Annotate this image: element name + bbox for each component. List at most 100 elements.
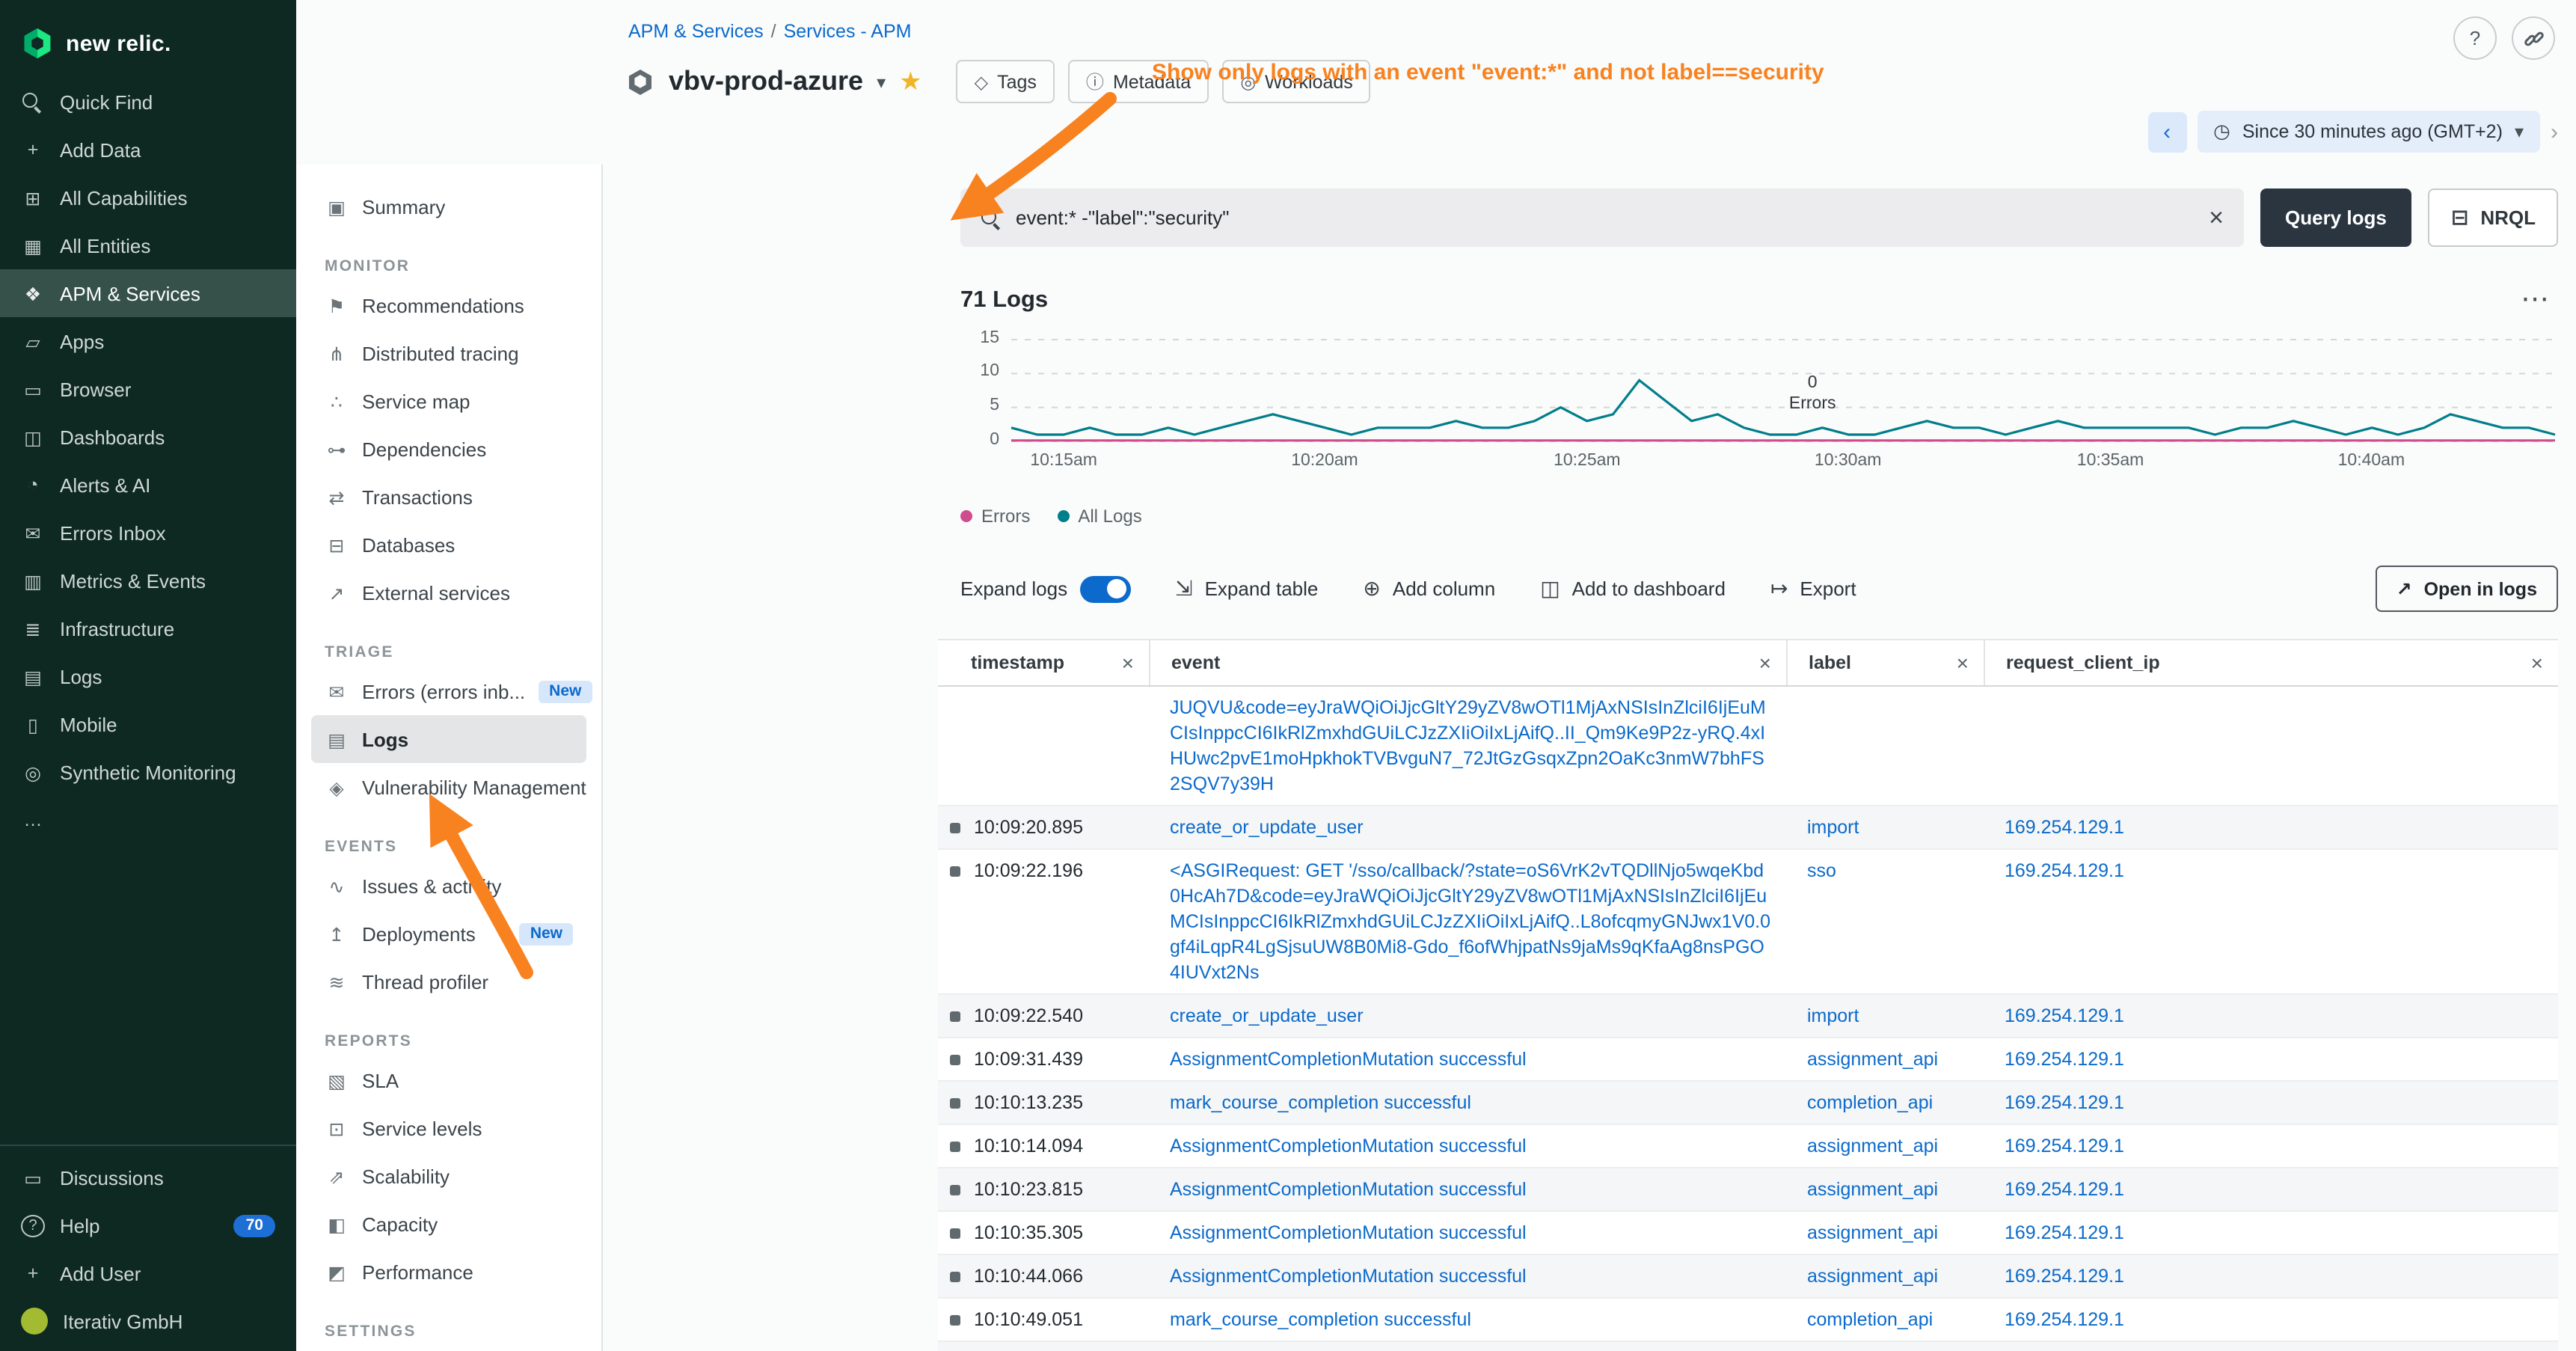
row-expand-handle[interactable] (950, 1271, 960, 1281)
remove-column-icon[interactable]: × (1759, 651, 1771, 675)
sidebar-item-discussions[interactable]: ▭Discussions (0, 1154, 296, 1201)
label-link[interactable]: assignment_api (1807, 1177, 1938, 1202)
row-expand-handle[interactable] (950, 1011, 960, 1021)
subnav-item-deployments[interactable]: ↥DeploymentsNew (311, 910, 586, 958)
event-link[interactable]: AssignmentCompletionMutation successful (1170, 1133, 1527, 1159)
subnav-item-issues-activity[interactable]: ∿Issues & activity (311, 862, 586, 910)
open-in-logs-button[interactable]: ↗Open in logs (2376, 566, 2558, 612)
subnav-item-service-map[interactable]: ∴Service map (311, 377, 586, 425)
sidebar-item-browser[interactable]: ▭Browser (0, 365, 296, 413)
entity-switcher-caret[interactable]: ▾ (877, 71, 886, 92)
log-row[interactable]: 10:10:23.815AssignmentCompletionMutation… (938, 1168, 2558, 1212)
subnav-item-capacity[interactable]: ◧Capacity (311, 1200, 586, 1248)
newrelic-logo[interactable]: new relic. (0, 0, 296, 78)
subnav-item-service-levels[interactable]: ⊡Service levels (311, 1104, 586, 1152)
log-row[interactable]: 10:11:00.311AssignmentCompletionMutation… (938, 1342, 2558, 1351)
event-link[interactable]: AssignmentCompletionMutation successful (1170, 1263, 1527, 1289)
log-row[interactable]: 10:09:31.439AssignmentCompletionMutation… (938, 1038, 2558, 1082)
log-row[interactable]: JUQVU&code=eyJraWQiOiJjcGltY29yZV8wOTl1M… (938, 687, 2558, 806)
sidebar-item-dashboards[interactable]: ◫Dashboards (0, 413, 296, 461)
export-button[interactable]: ↦Export (1770, 576, 1856, 601)
clear-query-icon[interactable]: × (2209, 203, 2224, 233)
legend-errors[interactable]: Errors (960, 506, 1030, 527)
event-link[interactable]: <ASGIRequest: GET '/sso/callback/?state=… (1170, 858, 1771, 985)
log-query-bar[interactable]: × (960, 189, 2243, 247)
breadcrumb-link-services-apm[interactable]: Services - APM (784, 21, 912, 42)
sidebar-item-errors-inbox[interactable]: ✉Errors Inbox (0, 509, 296, 557)
sidebar-item-alerts-ai[interactable]: ◔Alerts & AI (0, 461, 296, 509)
log-row[interactable]: 10:10:35.305AssignmentCompletionMutation… (938, 1212, 2558, 1255)
row-expand-handle[interactable] (950, 1097, 960, 1108)
label-link[interactable]: completion_api (1807, 1090, 1933, 1115)
breadcrumb-link-apm-services[interactable]: APM & Services (628, 21, 764, 42)
log-row[interactable]: 10:09:22.196<ASGIRequest: GET '/sso/call… (938, 850, 2558, 995)
sidebar-item-more[interactable]: … (0, 796, 296, 844)
row-expand-handle[interactable] (950, 1141, 960, 1151)
remove-column-icon[interactable]: × (2531, 651, 2543, 675)
time-back-button[interactable]: ‹ (2147, 111, 2186, 152)
link-icon[interactable] (2512, 16, 2555, 60)
event-link[interactable]: create_or_update_user (1170, 815, 1364, 840)
label-link[interactable]: import (1807, 1003, 1859, 1029)
subnav-item-external-services[interactable]: ↗External services (311, 569, 586, 616)
label-link[interactable]: assignment_api (1807, 1047, 1938, 1072)
ip-link[interactable]: 169.254.129.1 (2005, 1090, 2124, 1115)
label-link[interactable]: assignment_api (1807, 1133, 1938, 1159)
legend-all-logs[interactable]: All Logs (1057, 506, 1141, 527)
ip-link[interactable]: 169.254.129.1 (2005, 1307, 2124, 1332)
time-picker[interactable]: ◷ Since 30 minutes ago (GMT+2) ▾ (2197, 111, 2540, 153)
sidebar-item-help[interactable]: ?Help70 (0, 1201, 296, 1249)
log-row[interactable]: 10:09:22.540create_or_update_userimport1… (938, 995, 2558, 1038)
sidebar-item-all-entities[interactable]: ▦All Entities (0, 221, 296, 269)
sidebar-item-add-data[interactable]: +Add Data (0, 126, 296, 174)
metadata-button[interactable]: ⓘMetadata (1068, 60, 1209, 103)
ip-link[interactable]: 169.254.129.1 (2005, 1047, 2124, 1072)
subnav-item-summary[interactable]: ▣Summary (311, 183, 586, 230)
event-link[interactable]: mark_course_completion successful (1170, 1307, 1471, 1332)
subnav-item-dependencies[interactable]: ⊶Dependencies (311, 425, 586, 473)
subnav-item-logs[interactable]: ▤Logs (311, 715, 586, 763)
ip-link[interactable]: 169.254.129.1 (2005, 1177, 2124, 1202)
event-link[interactable]: JUQVU&code=eyJraWQiOiJjcGltY29yZV8wOTl1M… (1170, 695, 1771, 797)
sidebar-item-apm-services[interactable]: ❖APM & Services (0, 269, 296, 317)
log-row[interactable]: 10:10:13.235mark_course_completion succe… (938, 1082, 2558, 1125)
label-link[interactable]: sso (1807, 858, 1836, 883)
add-column-button[interactable]: ⊕Add column (1363, 576, 1495, 601)
expand-logs-toggle[interactable] (1079, 575, 1130, 602)
subnav-item-distributed-tracing[interactable]: ⋔Distributed tracing (311, 329, 586, 377)
query-logs-button[interactable]: Query logs (2260, 189, 2412, 247)
ip-link[interactable]: 169.254.129.1 (2005, 858, 2124, 883)
sidebar-item-logs[interactable]: ▤Logs (0, 652, 296, 700)
row-expand-handle[interactable] (950, 1228, 960, 1238)
label-link[interactable]: assignment_api (1807, 1220, 1938, 1246)
subnav-item-thread-profiler[interactable]: ≋Thread profiler (311, 958, 586, 1005)
subnav-item-sla[interactable]: ▧SLA (311, 1056, 586, 1104)
expand-table-button[interactable]: ⇲Expand table (1175, 576, 1318, 601)
event-link[interactable]: AssignmentCompletionMutation successful (1170, 1220, 1527, 1246)
ip-link[interactable]: 169.254.129.1 (2005, 1003, 2124, 1029)
more-menu-icon[interactable]: ⋯ (2521, 283, 2549, 317)
label-link[interactable]: assignment_api (1807, 1263, 1938, 1289)
log-row[interactable]: 10:10:44.066AssignmentCompletionMutation… (938, 1255, 2558, 1299)
time-forward-button[interactable]: › (2551, 119, 2558, 144)
nrql-button[interactable]: ⊟NRQL (2429, 189, 2558, 247)
event-link[interactable]: create_or_update_user (1170, 1003, 1364, 1029)
row-expand-handle[interactable] (950, 822, 960, 833)
remove-column-icon[interactable]: × (1957, 651, 1969, 675)
ip-link[interactable]: 169.254.129.1 (2005, 1220, 2124, 1246)
ip-link[interactable]: 169.254.129.1 (2005, 1133, 2124, 1159)
sidebar-item-apps[interactable]: ▱Apps (0, 317, 296, 365)
sidebar-item-quick-find[interactable]: Quick Find (0, 78, 296, 126)
ip-link[interactable]: 169.254.129.1 (2005, 815, 2124, 840)
help-circle-icon[interactable]: ? (2453, 16, 2497, 60)
subnav-item-vulnerability-management[interactable]: ◈Vulnerability Management (311, 763, 586, 811)
event-link[interactable]: AssignmentCompletionMutation successful (1170, 1177, 1527, 1202)
label-link[interactable]: import (1807, 815, 1859, 840)
tags-button[interactable]: ◇Tags (957, 60, 1055, 103)
add-to-dashboard-button[interactable]: ◫Add to dashboard (1540, 576, 1726, 601)
ip-link[interactable]: 169.254.129.1 (2005, 1263, 2124, 1289)
remove-column-icon[interactable]: × (1122, 651, 1134, 675)
subnav-item-scalability[interactable]: ⇗Scalability (311, 1152, 586, 1200)
favorite-star-icon[interactable]: ★ (899, 67, 922, 96)
sidebar-item-infrastructure[interactable]: ≣Infrastructure (0, 604, 296, 652)
